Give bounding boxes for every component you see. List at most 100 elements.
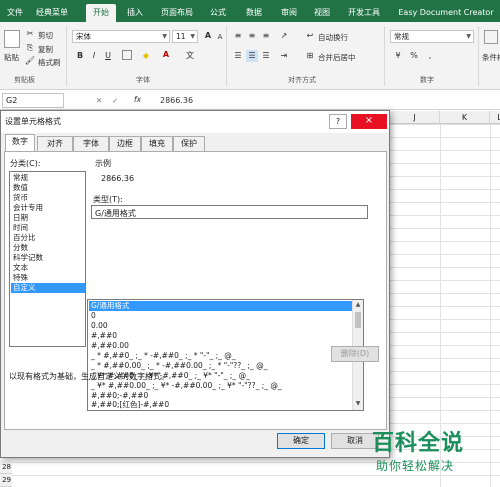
type-input[interactable]: G/通用格式 <box>91 205 368 219</box>
help-button[interactable]: ? <box>329 114 347 129</box>
format-item[interactable]: #,##0.00 <box>89 341 352 351</box>
cut-button[interactable]: 剪切 <box>38 30 53 41</box>
category-list[interactable]: 常规 数值 货币 会计专用 日期 时间 百分比 分数 科学记数 文本 特殊 自定… <box>9 171 86 347</box>
font-group-label: 字体 <box>136 76 150 84</box>
category-item[interactable]: 分数 <box>11 243 85 253</box>
format-item[interactable]: _ ¥* #,##0.00_ ;_ ¥* -#,##0.00_ ;_ ¥* "-… <box>89 381 352 391</box>
scroll-up-icon[interactable]: ▲ <box>353 300 363 310</box>
comma-icon[interactable]: , <box>424 50 436 62</box>
tab-view[interactable]: 视图 <box>308 4 336 22</box>
format-cells-dialog: 设置单元格格式 ? × 数字 对齐 字体 边框 填充 保护 分类(C): 常规 … <box>0 110 390 458</box>
number-group-label: 数字 <box>420 76 434 84</box>
format-list[interactable]: G/通用格式 0 0.00 #,##0 #,##0.00 _ * #,##0_ … <box>87 299 364 411</box>
column-header-l[interactable]: L <box>490 111 500 124</box>
category-item[interactable]: 时间 <box>11 223 85 233</box>
align-bottom-icon[interactable]: ≡ <box>260 30 272 42</box>
formula-input[interactable]: 2866.36 <box>160 96 193 105</box>
tab-file[interactable]: 文件 <box>2 4 28 22</box>
scroll-down-icon[interactable]: ▼ <box>353 399 363 409</box>
merge-center-button[interactable]: 合并后居中 <box>318 52 356 63</box>
tab-protection[interactable]: 保护 <box>173 136 205 151</box>
category-item[interactable]: 数值 <box>11 183 85 193</box>
category-item[interactable]: 常规 <box>11 173 85 183</box>
close-button[interactable]: × <box>351 114 387 129</box>
paste-label[interactable]: 粘贴 <box>4 52 19 63</box>
grow-font-button[interactable]: A <box>202 30 214 42</box>
conditional-format-icon[interactable] <box>484 30 498 44</box>
percent-icon[interactable]: % <box>408 50 420 62</box>
name-box[interactable]: G2 <box>2 93 64 108</box>
copy-button[interactable]: 复制 <box>38 44 53 55</box>
tab-alignment[interactable]: 对齐 <box>37 136 73 151</box>
font-size-combo[interactable]: 11 ▼ <box>172 30 198 43</box>
tab-border[interactable]: 边框 <box>109 136 141 151</box>
font-color-button[interactable]: A <box>160 49 172 61</box>
ribbon-separator <box>66 26 67 86</box>
format-item-selected[interactable]: G/通用格式 <box>89 301 352 311</box>
chevron-down-icon: ▼ <box>162 33 167 40</box>
format-item[interactable]: #,##0 <box>89 331 352 341</box>
tab-home[interactable]: 开始 <box>86 4 116 22</box>
ok-button[interactable]: 确定 <box>277 433 325 449</box>
tab-font[interactable]: 字体 <box>73 136 109 151</box>
orientation-icon[interactable]: ↗ <box>278 30 290 42</box>
tab-page-layout[interactable]: 页面布局 <box>156 4 198 22</box>
bold-button[interactable]: B <box>74 50 86 62</box>
number-format-combo[interactable]: 常规 ▼ <box>390 30 474 43</box>
font-name-combo[interactable]: 宋体 ▼ <box>72 30 170 43</box>
format-item[interactable]: _ * #,##0_ ;_ * -#,##0_ ;_ * "-"_ ;_ @_ <box>89 351 352 361</box>
tab-review[interactable]: 审阅 <box>275 4 303 22</box>
align-top-icon[interactable]: ≡ <box>232 30 244 42</box>
border-icon[interactable] <box>122 50 132 60</box>
category-item[interactable]: 百分比 <box>11 233 85 243</box>
fill-color-icon[interactable]: ◆ <box>140 50 152 62</box>
ribbon-separator <box>384 26 385 86</box>
category-item-selected[interactable]: 自定义 <box>11 283 85 293</box>
category-item[interactable]: 特殊 <box>11 273 85 283</box>
category-item[interactable]: 科学记数 <box>11 253 85 263</box>
align-middle-icon[interactable]: ≡ <box>246 30 258 42</box>
indent-icon[interactable]: ⇥ <box>278 50 290 62</box>
tab-number[interactable]: 数字 <box>5 134 35 151</box>
category-item[interactable]: 会计专用 <box>11 203 85 213</box>
wrap-text-button[interactable]: 自动换行 <box>318 32 348 43</box>
delete-button[interactable]: 删除(D) <box>331 346 379 362</box>
paste-icon[interactable] <box>4 30 20 48</box>
conditional-format-button[interactable]: 条件格 <box>482 52 500 63</box>
column-header-j[interactable]: J <box>390 111 440 124</box>
scroll-thumb[interactable] <box>355 312 361 328</box>
tab-formulas[interactable]: 公式 <box>204 4 232 22</box>
fx-button[interactable]: fx <box>134 95 141 104</box>
enter-icon[interactable]: ✓ <box>112 96 118 105</box>
category-item[interactable]: 日期 <box>11 213 85 223</box>
tab-developer[interactable]: 开发工具 <box>342 4 386 22</box>
align-left-icon[interactable]: ☰ <box>232 50 244 62</box>
row-header-29[interactable]: 29 <box>0 474 12 487</box>
phonetic-button[interactable]: 文 <box>184 50 196 62</box>
align-right-icon[interactable]: ☰ <box>260 50 272 62</box>
tab-classic-menu[interactable]: 经典菜单 <box>30 4 74 22</box>
align-center-icon[interactable]: ☰ <box>246 50 258 62</box>
tab-fill[interactable]: 填充 <box>141 136 173 151</box>
column-header-k[interactable]: K <box>440 111 490 124</box>
font-size-value: 11 <box>176 32 186 41</box>
category-item[interactable]: 货币 <box>11 193 85 203</box>
format-painter-button[interactable]: 格式刷 <box>38 57 61 68</box>
shrink-font-button[interactable]: A <box>214 31 226 43</box>
format-item[interactable]: _ * #,##0.00_ ;_ * -#,##0.00_ ;_ * "-"??… <box>89 361 352 371</box>
cancel-icon[interactable]: ✕ <box>96 96 102 105</box>
format-item[interactable]: 0 <box>89 311 352 321</box>
tab-insert[interactable]: 插入 <box>120 4 150 22</box>
ribbon-separator <box>478 26 479 86</box>
chevron-down-icon: ▼ <box>466 33 471 40</box>
chevron-down-icon: ▼ <box>190 33 195 40</box>
format-item[interactable]: 0.00 <box>89 321 352 331</box>
italic-button[interactable]: I <box>88 50 100 62</box>
tab-data[interactable]: 数据 <box>240 4 268 22</box>
category-item[interactable]: 文本 <box>11 263 85 273</box>
format-item[interactable]: #,##0;[红色]-#,##0 <box>89 400 352 410</box>
row-header-28[interactable]: 28 <box>0 461 12 474</box>
underline-button[interactable]: U <box>102 50 114 62</box>
tab-easy-document-creator[interactable]: Easy Document Creator <box>394 4 498 22</box>
currency-icon[interactable]: ¥ <box>392 50 404 62</box>
